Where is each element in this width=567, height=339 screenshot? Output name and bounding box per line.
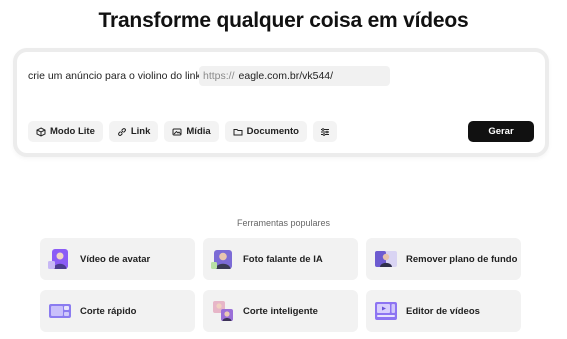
prompt-card: crie um anúncio para o violino do link h… [13,48,549,157]
cube-icon [36,126,46,137]
tool-label: Foto falante de IA [243,253,323,265]
tool-label: Vídeo de avatar [80,253,151,265]
folder-icon [233,127,243,137]
avatar-thumbnail-icon [48,247,72,271]
link-chip[interactable]: https:// eagle.com.br/vk544/ [199,66,390,86]
media-label: Mídia [186,126,211,137]
popular-tools-grid: Vídeo de avatar Foto falante de IA Remov… [40,238,522,332]
tool-label: Remover plano de fundo [406,253,518,265]
tool-label: Corte rápido [80,305,137,317]
page-title: Transforme qualquer coisa em vídeos [98,9,469,32]
tool-remove-background[interactable]: Remover plano de fundo [366,238,521,280]
link-value: eagle.com.br/vk544/ [238,70,334,82]
settings-button[interactable] [312,121,337,142]
link-prefix: https:// [203,70,235,82]
remove-background-thumbnail-icon [374,247,398,271]
document-button[interactable]: Documento [224,121,307,142]
tool-smart-cut[interactable]: Corte inteligente [203,290,358,332]
sliders-icon [320,127,330,137]
talking-photo-thumbnail-icon [211,247,235,271]
tool-avatar-video[interactable]: Vídeo de avatar [40,238,195,280]
media-button[interactable]: Mídia [164,121,219,142]
lite-mode-button[interactable]: Modo Lite [28,121,103,142]
tool-video-editor[interactable]: Editor de vídeos [366,290,521,332]
quick-cut-thumbnail-icon [48,299,72,323]
image-icon [172,127,182,137]
video-editor-thumbnail-icon [374,299,398,323]
link-label: Link [130,126,151,137]
tool-ai-talking-photo[interactable]: Foto falante de IA [203,238,358,280]
link-icon [117,127,127,137]
popular-tools-heading: Ferramentas populares [236,218,331,228]
lite-mode-label: Modo Lite [50,126,95,137]
smart-cut-thumbnail-icon [211,299,235,323]
tool-quick-cut[interactable]: Corte rápido [40,290,195,332]
prompt-toolbar: Modo Lite Link Mídia Documento [28,121,337,142]
tool-label: Corte inteligente [243,305,318,317]
prompt-input[interactable]: crie um anúncio para o violino do link [28,70,201,82]
generate-button[interactable]: Gerar [468,121,534,142]
link-button[interactable]: Link [108,121,159,142]
document-label: Documento [246,126,299,137]
tool-label: Editor de vídeos [406,305,480,317]
